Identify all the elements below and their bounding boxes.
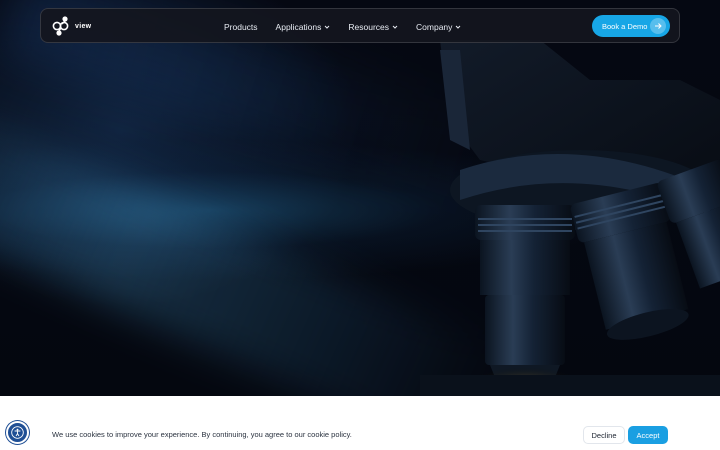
- book-demo-button[interactable]: Book a Demo: [592, 15, 670, 37]
- nav-item-label: Company: [416, 21, 453, 32]
- nav-item-resources[interactable]: Resources: [348, 22, 398, 32]
- nav-item-label: Applications: [275, 21, 322, 32]
- brand-logo[interactable]: view: [51, 15, 91, 37]
- book-demo-label: Book a Demo: [602, 21, 648, 31]
- accessibility-button[interactable]: [6, 421, 29, 444]
- hero-section: [0, 0, 720, 396]
- logo-text: view: [75, 23, 92, 30]
- decline-button[interactable]: Decline: [583, 426, 625, 444]
- top-navbar: view Products Applications Resources Com…: [40, 8, 680, 43]
- nav-item-applications[interactable]: Applications: [276, 22, 331, 32]
- chevron-down-icon: [456, 25, 461, 29]
- section-divider: [0, 396, 720, 418]
- main-nav: Products Applications Resources Company: [224, 9, 479, 44]
- accessibility-icon: [11, 426, 24, 439]
- nav-item-label: Resources: [348, 21, 390, 32]
- nav-item-products[interactable]: Products: [224, 22, 258, 32]
- accept-button[interactable]: Accept: [628, 426, 668, 444]
- chevron-down-icon: [392, 25, 398, 29]
- microscope-image: [420, 40, 720, 396]
- nav-item-company[interactable]: Company: [416, 22, 461, 32]
- arrow-right-icon: [650, 18, 666, 34]
- chevron-down-icon: [325, 25, 330, 29]
- nav-item-label: Products: [224, 21, 258, 32]
- logo-mark-icon: [52, 16, 69, 36]
- cookie-message: We use cookies to improve your experienc…: [52, 430, 352, 439]
- cookie-banner: We use cookies to improve your experienc…: [0, 418, 720, 450]
